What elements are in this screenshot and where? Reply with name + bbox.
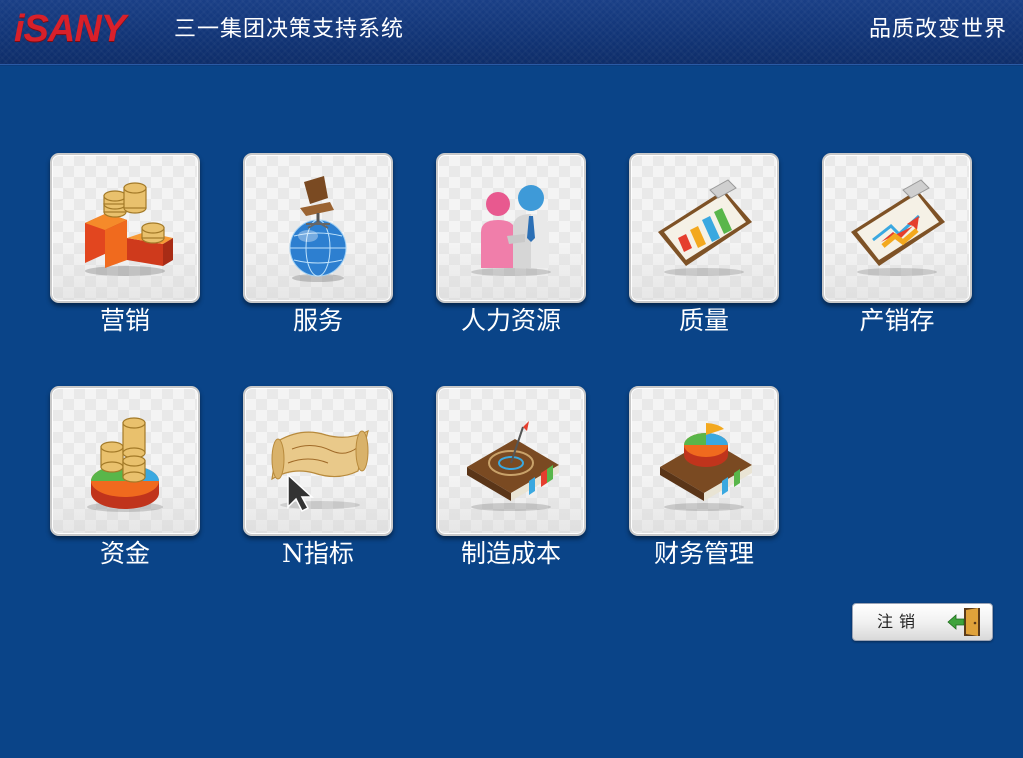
module-label: 营销 (99, 306, 150, 335)
podium-coins-icon (85, 182, 173, 276)
module-financial-management[interactable]: 财务管理 (629, 386, 779, 571)
map-cursor-icon (271, 429, 369, 513)
clipboard-bar-chart-icon (658, 179, 752, 276)
module-n-indicators[interactable]: N指标 (243, 386, 393, 571)
module-tile[interactable] (243, 386, 393, 536)
module-label: 财务管理 (653, 539, 754, 568)
module-manufacturing-cost[interactable]: 制造成本 (436, 386, 586, 571)
module-tile[interactable] (50, 153, 200, 303)
coins-pie-chart-icon (87, 417, 163, 512)
module-label: 产销存 (859, 306, 935, 335)
module-production-sales-inventory[interactable]: 产销存 (822, 153, 972, 338)
module-label: 服务 (292, 306, 343, 335)
module-service[interactable]: 服务 (243, 153, 393, 338)
module-tile[interactable] (243, 153, 393, 303)
globe-chair-icon (289, 176, 347, 282)
module-label: 资金 (99, 539, 150, 568)
book-pie-chart-icon (660, 423, 752, 511)
module-tile[interactable] (822, 153, 972, 303)
module-funds[interactable]: 资金 (50, 386, 200, 571)
logout-label: 注销 (877, 612, 922, 631)
module-tile[interactable] (629, 386, 779, 536)
module-label: 质量 (678, 306, 729, 335)
isany-logo: iSANY (14, 8, 126, 50)
module-label: N指标 (282, 539, 354, 568)
exit-door-icon (947, 608, 980, 636)
header-bar: iSANY 三一集团决策支持系统 品质改变世界 (0, 0, 1023, 65)
module-quality[interactable]: 质量 (629, 153, 779, 338)
clipboard-trend-icon (851, 179, 945, 276)
module-tile[interactable] (629, 153, 779, 303)
module-label: 人力资源 (460, 306, 561, 335)
book-target-icon (467, 421, 559, 511)
system-title: 三一集团决策支持系统 (174, 17, 405, 42)
logout-button[interactable]: 注销 (852, 603, 993, 641)
slogan: 品质改变世界 (868, 17, 1007, 42)
module-marketing[interactable]: 营销 (50, 153, 200, 338)
module-label: 制造成本 (460, 539, 561, 568)
module-tile[interactable] (436, 386, 586, 536)
people-icon (471, 185, 551, 276)
module-tile[interactable] (50, 386, 200, 536)
module-tile[interactable] (436, 153, 586, 303)
module-hr[interactable]: 人力资源 (436, 153, 586, 338)
